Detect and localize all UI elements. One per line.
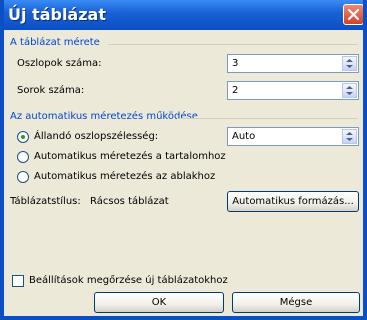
ok-button[interactable]: OK (94, 292, 224, 313)
spin-arrows-icon (346, 132, 353, 141)
rows-stepper[interactable]: 2 (227, 81, 359, 100)
new-table-dialog: Új táblázat A táblázat mérete Oszlopok s… (0, 0, 367, 320)
cancel-button[interactable]: Mégse (232, 292, 360, 313)
autofit-window-label[interactable]: Automatikus méretezés az ablakhoz (34, 171, 215, 182)
autofit-group-divider (177, 118, 358, 119)
autofit-group-title: Az automatikus méretezés működése (10, 111, 198, 122)
columns-spin-buttons[interactable] (342, 56, 357, 71)
autofit-contents-radio[interactable] (17, 151, 29, 163)
table-style-label: Táblázatstílus: (10, 196, 81, 207)
size-group-divider (108, 44, 358, 45)
autofit-window-radio[interactable] (17, 171, 29, 183)
columns-stepper[interactable]: 3 (227, 54, 359, 73)
close-button[interactable] (343, 4, 364, 25)
dialog-title: Új táblázat (8, 5, 106, 24)
rows-label: Sorok száma: (17, 85, 85, 96)
spin-arrows-icon (346, 86, 353, 95)
remember-settings-checkbox[interactable] (12, 275, 24, 287)
rows-value: 2 (232, 85, 239, 96)
column-width-spin-buttons[interactable] (342, 129, 357, 144)
spin-arrows-icon (346, 59, 353, 68)
title-bar[interactable]: Új táblázat (0, 0, 367, 30)
autofit-contents-label[interactable]: Automatikus méretezés a tartalomhoz (34, 151, 226, 162)
columns-value: 3 (232, 58, 239, 69)
size-group-title: A táblázat mérete (10, 37, 100, 48)
close-icon (347, 8, 360, 21)
column-width-value: Auto (232, 131, 256, 142)
autoformat-button[interactable]: Automatikus formázás... (227, 191, 359, 212)
table-style-value: Rácsos táblázat (90, 196, 169, 207)
columns-label: Oszlopok száma: (17, 58, 102, 69)
remember-settings-label[interactable]: Beállítások megőrzése új táblázatokhoz (29, 275, 228, 286)
fixed-width-label[interactable]: Állandó oszlopszélesség: (34, 131, 158, 142)
rows-spin-buttons[interactable] (342, 83, 357, 98)
dialog-body: A táblázat mérete Oszlopok száma: 3 Soro… (4, 30, 363, 316)
column-width-stepper[interactable]: Auto (227, 127, 359, 146)
fixed-width-radio[interactable] (17, 131, 29, 143)
